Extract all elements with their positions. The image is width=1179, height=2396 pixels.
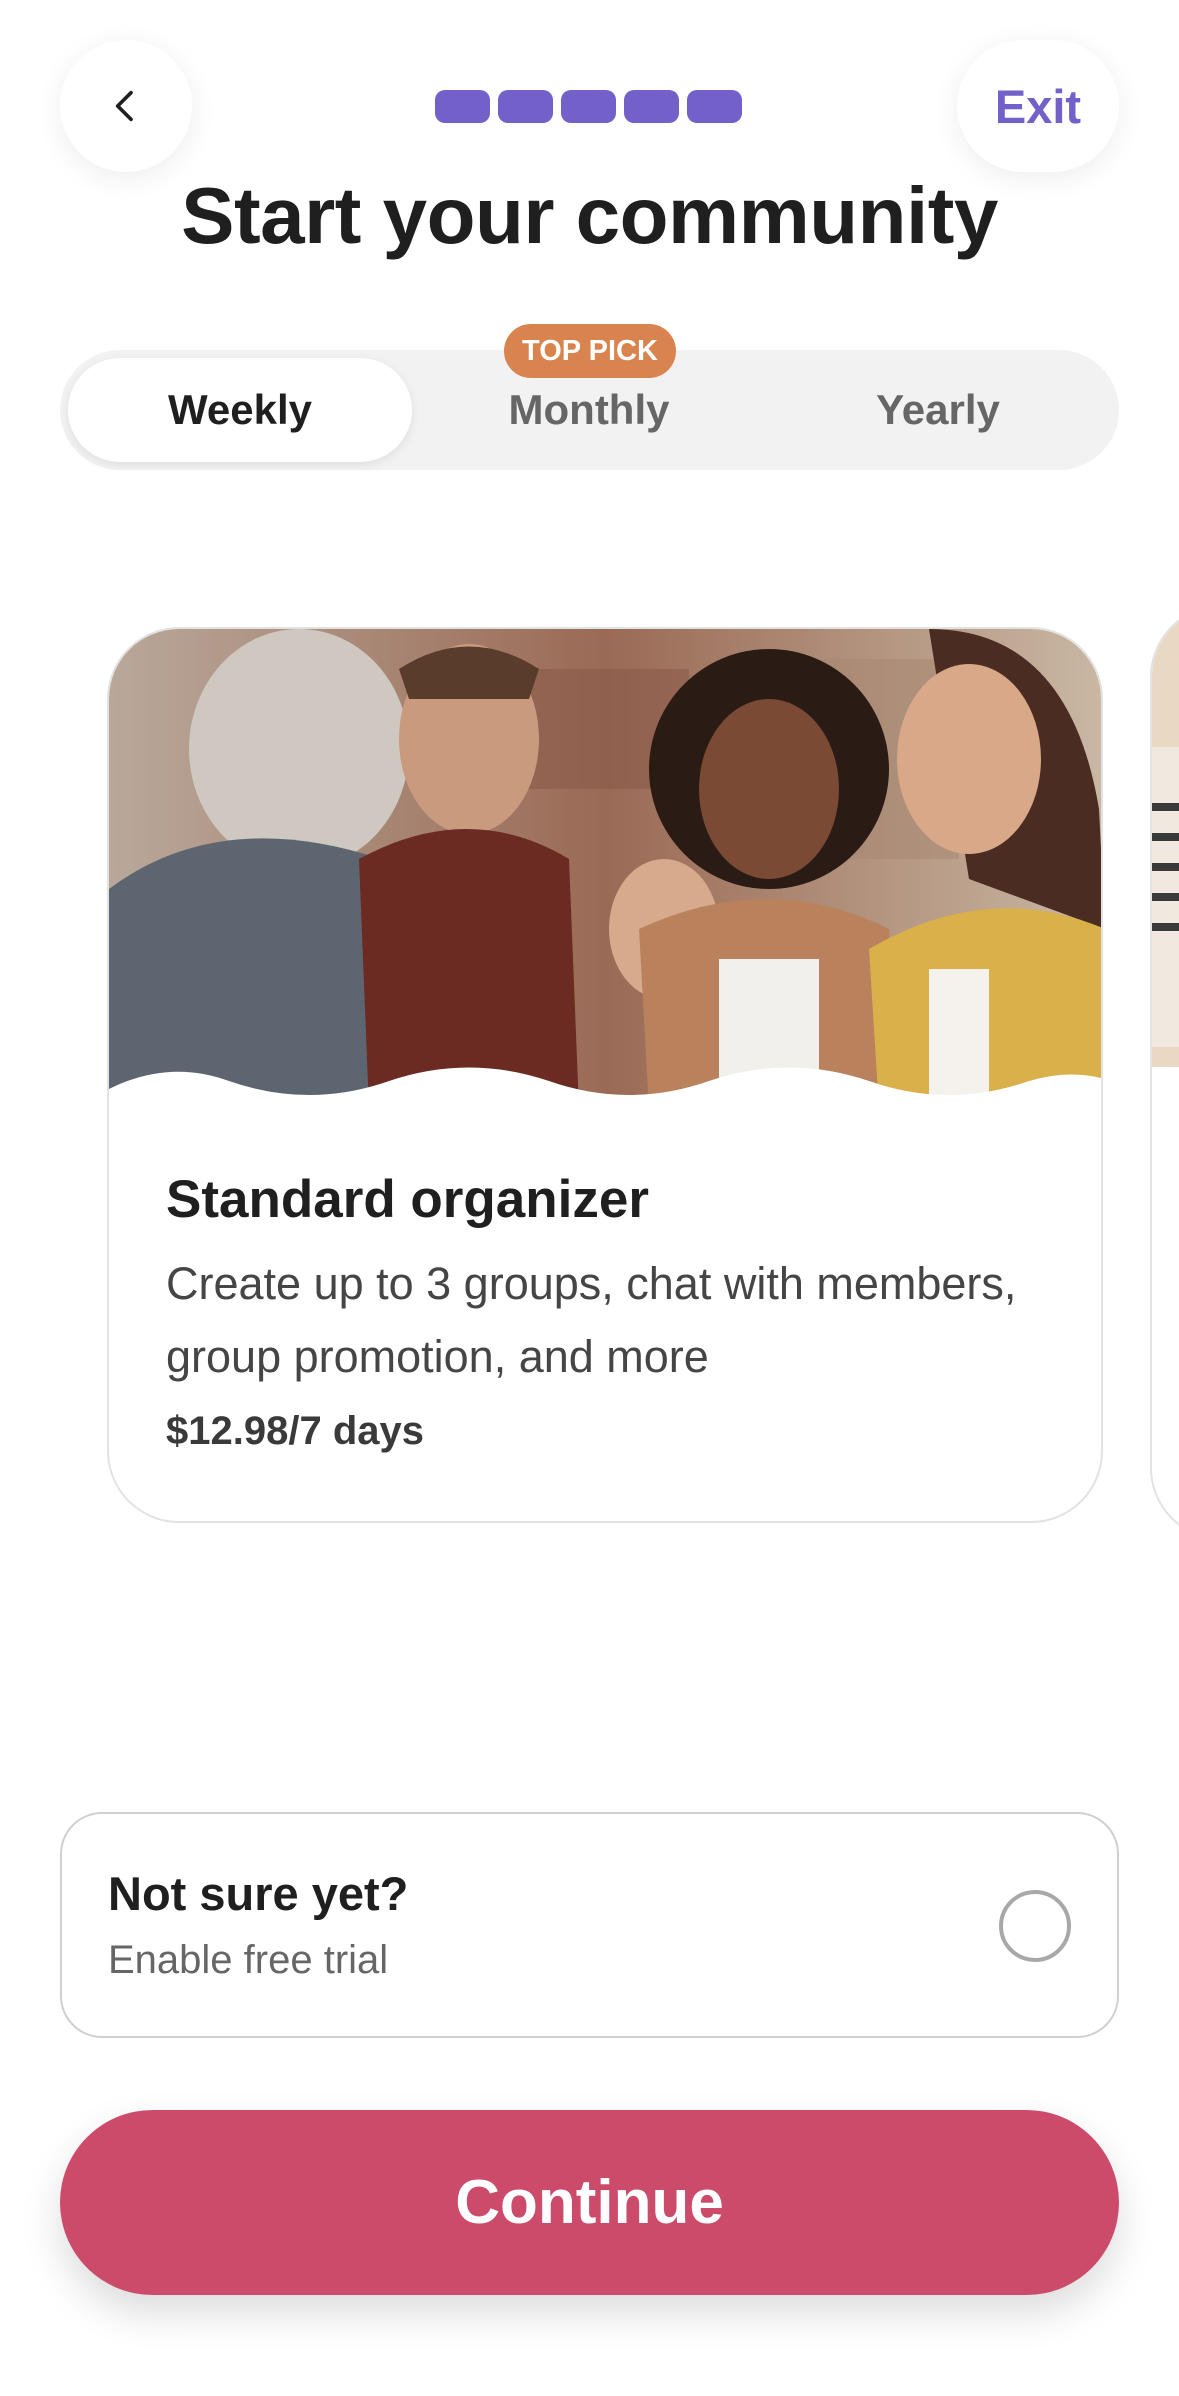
progress-step (498, 90, 553, 123)
chevron-left-icon (115, 90, 133, 122)
progress-step (435, 90, 490, 123)
free-trial-title: Not sure yet? (108, 1867, 409, 1920)
plan-description: Create up to 3 groups, chat with members… (166, 1258, 1017, 1382)
plan-photo (109, 629, 1101, 1109)
tab-yearly[interactable]: Yearly (766, 358, 1110, 462)
free-trial-option[interactable]: Not sure yet? Enable free trial (60, 1812, 1119, 2038)
back-button[interactable] (60, 40, 192, 172)
plan-photo (1152, 607, 1179, 1067)
plan-price: $12.98/7 days (166, 1409, 424, 1453)
free-trial-radio[interactable] (999, 1890, 1071, 1962)
subscription-page: Exit Start your community Weekly Monthly… (0, 0, 1179, 2396)
plan-name: Standard organizer (166, 1170, 649, 1229)
exit-button[interactable]: Exit (957, 40, 1119, 172)
free-trial-subtitle: Enable free trial (108, 1938, 389, 1982)
progress-step (561, 90, 616, 123)
continue-button[interactable]: Continue (60, 2110, 1119, 2295)
progress-step (687, 90, 742, 123)
tab-weekly[interactable]: Weekly (68, 358, 412, 462)
plan-card[interactable]: Standard organizer Create up to 3 groups… (107, 627, 1103, 1523)
progress-indicator (435, 90, 742, 123)
progress-step (624, 90, 679, 123)
next-plan-card[interactable] (1150, 605, 1179, 1540)
top-pick-badge: TOP PICK (504, 324, 676, 378)
page-title: Start your community (181, 171, 998, 260)
